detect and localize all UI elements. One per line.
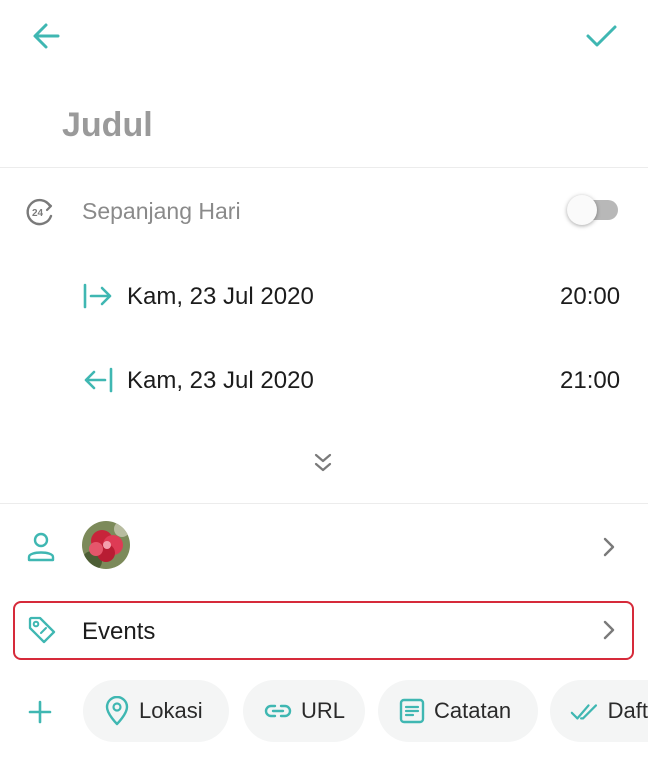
end-time[interactable]: 21:00 [560, 367, 620, 395]
notes-icon [399, 698, 425, 724]
all-day-label: Sepanjang Hari [82, 198, 241, 224]
back-button[interactable] [28, 18, 68, 54]
checklist-icon [570, 704, 598, 720]
chip-label: Catatan [434, 698, 512, 723]
chip-url[interactable]: URL [243, 680, 365, 742]
arrow-left-bar-icon [82, 366, 114, 394]
avatar[interactable] [82, 521, 130, 569]
end-date[interactable]: Kam, 23 Jul 2020 [127, 367, 314, 395]
double-chevron-down-icon [314, 453, 332, 472]
divider [0, 503, 648, 504]
expand-button[interactable] [308, 450, 338, 478]
chip-label: Lokasi [139, 698, 203, 723]
title-input[interactable] [62, 100, 562, 150]
chip-label: Daft [607, 698, 648, 723]
toggle-knob [567, 195, 597, 225]
svg-text:24: 24 [32, 208, 44, 219]
start-time[interactable]: 20:00 [560, 283, 620, 311]
highlight-box [13, 601, 634, 660]
divider [0, 167, 648, 168]
add-button[interactable] [26, 698, 54, 726]
chip-label: URL [301, 698, 346, 723]
location-pin-icon [105, 696, 129, 726]
flower-avatar [82, 521, 130, 569]
arrow-right-bar-icon [82, 282, 114, 310]
chevron-right-icon [600, 535, 618, 559]
chip-notes[interactable]: Catatan [378, 680, 538, 742]
clock-24-icon: 24 [24, 196, 56, 228]
arrow-left-icon [33, 23, 60, 49]
plus-icon [28, 700, 52, 724]
chip-location[interactable]: Lokasi [83, 680, 229, 742]
chip-checklist[interactable]: Daft [550, 680, 648, 742]
start-date[interactable]: Kam, 23 Jul 2020 [127, 283, 314, 311]
check-icon [586, 25, 617, 47]
person-icon [24, 530, 58, 564]
save-button[interactable] [582, 18, 622, 54]
link-icon [264, 704, 292, 718]
